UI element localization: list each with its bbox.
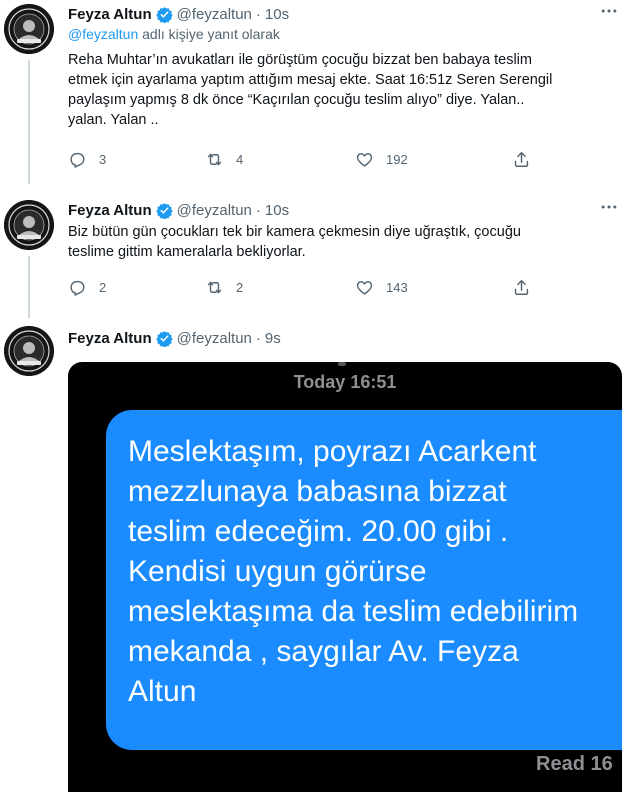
read-receipt: Read 16 <box>536 753 613 775</box>
tweet-time[interactable]: 10s <box>265 6 289 23</box>
tweet-text-line: yalan. Yalan .. <box>68 112 159 128</box>
share-button[interactable] <box>512 278 531 297</box>
share-button[interactable] <box>512 150 531 169</box>
reply-icon <box>70 280 85 296</box>
avatar[interactable] <box>4 326 54 376</box>
message-line: Altun <box>128 675 197 708</box>
verified-badge-icon <box>155 202 173 219</box>
tweet-text-line: paylaşım yapmış 8 dk önce “Kaçırılan çoc… <box>68 92 525 108</box>
tweet-header: Feyza Altun @feyzaltun · 10s <box>68 200 289 220</box>
author-handle[interactable]: @feyzaltun <box>177 6 252 23</box>
thread-line <box>28 60 30 184</box>
heart-icon <box>356 153 373 167</box>
like-button[interactable]: 143 <box>355 278 408 297</box>
tweet-actions: 3 4 192 <box>68 150 538 174</box>
share-icon <box>514 280 529 295</box>
author-name[interactable]: Feyza Altun <box>68 330 152 347</box>
tweet-header: Feyza Altun @feyzaltun · 9s <box>68 328 281 348</box>
tweet-text-line: teslime gittim kameralarla bekliyorlar. <box>68 244 306 260</box>
tweet[interactable]: Feyza Altun @feyzaltun · 10s @feyzaltun … <box>0 0 640 184</box>
message-line: Meslektaşım, poyrazı Acarkent <box>128 435 537 468</box>
reply-count: 2 <box>99 280 107 295</box>
retweet-count: 2 <box>236 280 244 295</box>
avatar-image <box>4 326 54 376</box>
heart-icon <box>356 281 373 295</box>
avatar[interactable] <box>4 200 54 250</box>
reply-button[interactable]: 2 <box>68 278 106 297</box>
avatar-image <box>4 4 54 54</box>
tweet-text-line: Biz bütün gün çocukları tek bir kamera ç… <box>68 224 521 240</box>
message-bubble: Meslektaşım, poyrazı Acarkent mezzlunaya… <box>106 410 622 750</box>
tweet-time[interactable]: 9s <box>265 330 281 347</box>
tweet-text-line: etmek için ayarlama yaptım attığım mesaj… <box>68 72 553 88</box>
reply-mention-link[interactable]: @feyzaltun <box>68 26 138 42</box>
media-notch <box>338 362 346 366</box>
tweet-actions: 2 2 143 <box>68 278 538 302</box>
author-handle[interactable]: @feyzaltun <box>177 202 252 219</box>
tweet-time[interactable]: 10s <box>265 202 289 219</box>
more-dots-icon[interactable] <box>598 196 620 218</box>
tweet-header: Feyza Altun @feyzaltun · 10s <box>68 4 289 24</box>
tweet-text-line: Reha Muhtar’ın avukatları ile görüştüm ç… <box>68 52 532 68</box>
thread-line <box>28 256 30 318</box>
share-icon <box>514 152 529 167</box>
avatar[interactable] <box>4 4 54 54</box>
like-button[interactable]: 192 <box>355 150 408 169</box>
tweet[interactable]: Feyza Altun @feyzaltun · 10s Biz bütün g… <box>0 196 640 318</box>
retweet-icon <box>207 153 222 166</box>
author-handle[interactable]: @feyzaltun <box>177 330 252 347</box>
tweet-text: Biz bütün gün çocukları tek bir kamera ç… <box>68 222 626 262</box>
retweet-button[interactable]: 4 <box>205 150 243 169</box>
reply-icon <box>70 152 85 168</box>
like-count: 143 <box>386 280 408 295</box>
author-name[interactable]: Feyza Altun <box>68 6 152 23</box>
author-name[interactable]: Feyza Altun <box>68 202 152 219</box>
reply-context: @feyzaltun adlı kişiye yanıt olarak <box>68 26 280 42</box>
message-line: mekanda , saygılar Av. Feyza <box>128 635 519 668</box>
retweet-count: 4 <box>236 152 244 167</box>
verified-badge-icon <box>155 330 173 347</box>
more-dots-icon[interactable] <box>598 0 620 22</box>
message-line: Kendisi uygun görürse <box>128 555 427 588</box>
tweet-text: Reha Muhtar’ın avukatları ile görüştüm ç… <box>68 50 626 130</box>
separator-dot: · <box>255 5 261 23</box>
separator-dot: · <box>255 329 261 347</box>
message-line: mezzlunaya babasına bizzat <box>128 475 507 508</box>
reply-context-text: adlı kişiye yanıt olarak <box>138 26 280 42</box>
avatar-image <box>4 200 54 250</box>
message-line: teslim edeceğim. 20.00 gibi . <box>128 515 509 548</box>
separator-dot: · <box>255 201 261 219</box>
reply-button[interactable]: 3 <box>68 150 106 169</box>
tweet-media-image[interactable]: Today 16:51 Meslektaşım, poyrazı Acarken… <box>68 362 622 792</box>
like-count: 192 <box>386 152 408 167</box>
retweet-icon <box>207 281 222 294</box>
reply-count: 3 <box>99 152 107 167</box>
verified-badge-icon <box>155 6 173 23</box>
message-line: meslektaşıma da teslim edebilirim <box>128 595 579 628</box>
message-date-header: Today 16:51 <box>293 372 397 392</box>
retweet-button[interactable]: 2 <box>205 278 243 297</box>
